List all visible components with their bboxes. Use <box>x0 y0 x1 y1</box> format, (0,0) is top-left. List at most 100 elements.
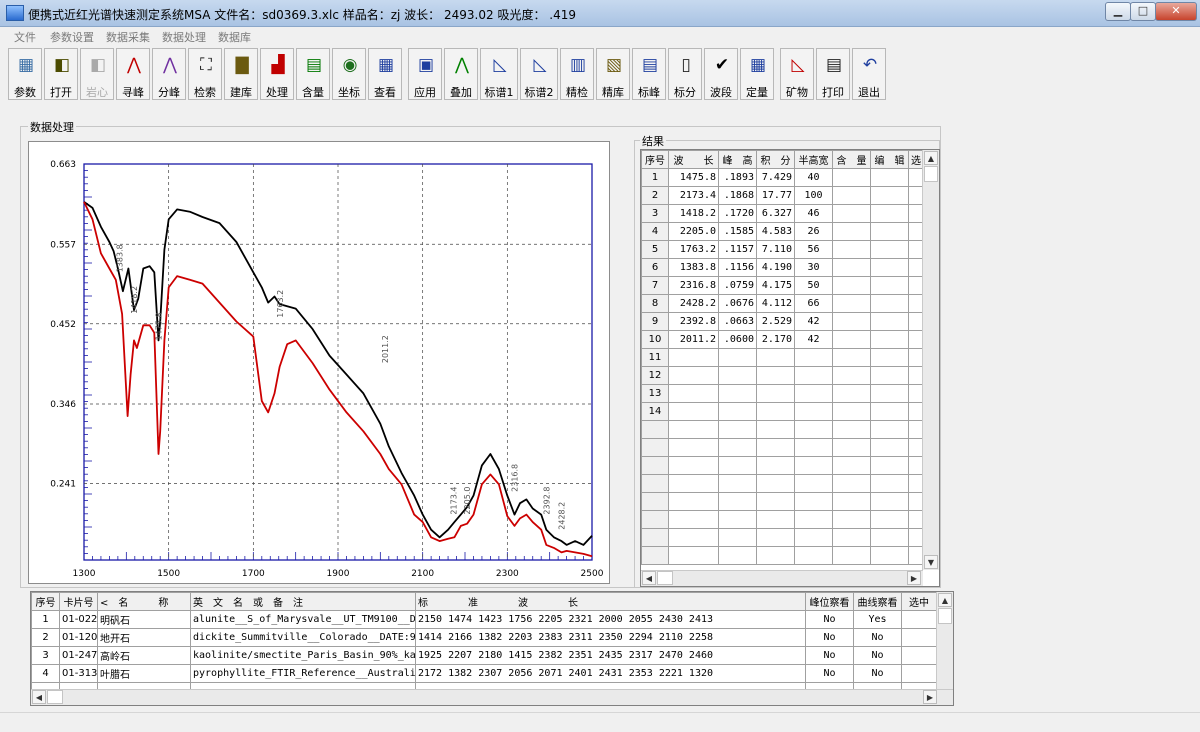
table-cell[interactable]: 56 <box>794 240 833 259</box>
table-cell[interactable]: 7.110 <box>756 240 795 259</box>
toolbar-button-21[interactable]: ◺ 矿物 <box>780 48 814 100</box>
table-cell[interactable]: 2011.2 <box>668 330 719 349</box>
table-cell[interactable] <box>756 492 795 511</box>
toolbar-button-20[interactable]: ▦ 定量 <box>740 48 774 100</box>
toolbar-button-16[interactable]: ▧ 精库 <box>596 48 630 100</box>
table-cell[interactable]: .0676 <box>718 294 757 313</box>
table-cell[interactable] <box>794 420 833 439</box>
table-cell[interactable] <box>832 546 871 565</box>
library-cell[interactable]: 01-022 <box>59 610 98 629</box>
table-cell[interactable] <box>794 438 833 457</box>
table-cell[interactable] <box>832 276 871 295</box>
row-number[interactable]: 9 <box>641 312 669 331</box>
table-cell[interactable]: .1157 <box>718 240 757 259</box>
library-cell[interactable]: alunite__S_of_Marysvale__UT_TM9100__DATE <box>190 610 416 629</box>
table-cell[interactable] <box>832 492 871 511</box>
row-number[interactable] <box>641 420 669 439</box>
table-row[interactable]: 10 2011.2.0600 2.170 42 <box>641 330 924 349</box>
table-cell[interactable] <box>794 510 833 529</box>
table-cell[interactable]: 1763.2 <box>668 240 719 259</box>
table-cell[interactable] <box>832 348 871 367</box>
menu-data-processing[interactable]: 数据处理 <box>162 29 206 45</box>
table-cell[interactable] <box>870 222 909 241</box>
row-number[interactable] <box>641 438 669 457</box>
table-cell[interactable]: .0663 <box>718 312 757 331</box>
results-column-header[interactable]: 积 分 <box>756 150 795 169</box>
results-column-header[interactable]: 含 量 <box>832 150 871 169</box>
table-cell[interactable] <box>718 528 757 547</box>
library-cell[interactable] <box>901 646 937 665</box>
row-number[interactable]: 14 <box>641 402 669 421</box>
row-number[interactable] <box>641 456 669 475</box>
toolbar-button-12[interactable]: ⋀ 叠加 <box>444 48 478 100</box>
toolbar-button-13[interactable]: ◺ 标谱1 <box>480 48 518 100</box>
results-vertical-scrollbar[interactable]: ▲ ▼ <box>922 150 939 570</box>
table-cell[interactable] <box>870 312 909 331</box>
table-cell[interactable]: 2.529 <box>756 312 795 331</box>
table-cell[interactable]: 17.77 <box>756 186 795 205</box>
library-row[interactable]: 4 01-313 叶腊石 pyrophyllite_FTIR_Reference__A… <box>31 664 937 683</box>
table-row[interactable]: 1 1475.8.1893 7.429 40 <box>641 168 924 187</box>
toolbar-button-3[interactable]: ⋀ 寻峰 <box>116 48 150 100</box>
table-cell[interactable]: 26 <box>794 222 833 241</box>
table-cell[interactable]: 6.327 <box>756 204 795 223</box>
table-cell[interactable] <box>870 528 909 547</box>
results-column-header[interactable]: 半高宽 <box>794 150 833 169</box>
table-row[interactable] <box>641 456 924 475</box>
table-cell[interactable] <box>756 366 795 385</box>
table-cell[interactable] <box>870 330 909 349</box>
table-cell[interactable]: 2428.2 <box>668 294 719 313</box>
table-cell[interactable] <box>832 420 871 439</box>
library-cell[interactable]: 1414 2166 1382 2203 2383 2311 2350 2294 … <box>415 628 806 647</box>
table-row[interactable] <box>641 420 924 439</box>
row-number[interactable]: 7 <box>641 276 669 295</box>
table-cell[interactable] <box>668 366 719 385</box>
table-cell[interactable] <box>756 546 795 565</box>
row-number[interactable] <box>641 474 669 493</box>
scroll-down-icon[interactable]: ▼ <box>924 555 938 569</box>
table-cell[interactable] <box>756 456 795 475</box>
table-cell[interactable]: 66 <box>794 294 833 313</box>
toolbar-button-2[interactable]: ◧ 岩心 <box>80 48 114 100</box>
table-cell[interactable] <box>832 204 871 223</box>
table-cell[interactable] <box>870 186 909 205</box>
row-number[interactable]: 12 <box>641 366 669 385</box>
table-cell[interactable] <box>718 402 757 421</box>
row-number[interactable] <box>641 492 669 511</box>
library-cell[interactable]: 01-247 <box>59 646 98 665</box>
table-cell[interactable] <box>718 510 757 529</box>
table-row[interactable]: 5 1763.2.1157 7.110 56 <box>641 240 924 259</box>
table-row[interactable] <box>641 510 924 529</box>
row-number[interactable]: 5 <box>641 240 669 259</box>
menu-parameters[interactable]: 参数设置 <box>50 29 94 45</box>
table-cell[interactable] <box>756 474 795 493</box>
table-cell[interactable] <box>870 438 909 457</box>
library-scroll-thumb[interactable] <box>938 608 952 624</box>
table-cell[interactable] <box>756 528 795 547</box>
toolbar-button-11[interactable]: ▣ 应用 <box>408 48 442 100</box>
table-cell[interactable] <box>794 402 833 421</box>
table-row[interactable] <box>641 438 924 457</box>
results-scroll-thumb[interactable] <box>924 166 938 182</box>
table-cell[interactable] <box>832 330 871 349</box>
library-column-header[interactable]: 序号 <box>31 592 60 611</box>
table-cell[interactable]: 2205.0 <box>668 222 719 241</box>
table-cell[interactable] <box>756 510 795 529</box>
table-cell[interactable] <box>870 492 909 511</box>
table-cell[interactable] <box>832 222 871 241</box>
library-cell[interactable]: No <box>853 646 902 665</box>
table-row[interactable]: 7 2316.8.0759 4.175 50 <box>641 276 924 295</box>
toolbar-button-19[interactable]: ✔ 波段 <box>704 48 738 100</box>
table-row[interactable]: 8 2428.2.0676 4.112 66 <box>641 294 924 313</box>
table-cell[interactable] <box>832 168 871 187</box>
table-cell[interactable]: .1585 <box>718 222 757 241</box>
table-cell[interactable] <box>832 240 871 259</box>
library-cell[interactable]: No <box>805 646 854 665</box>
table-cell[interactable] <box>870 474 909 493</box>
table-cell[interactable] <box>870 546 909 565</box>
table-cell[interactable]: 7.429 <box>756 168 795 187</box>
table-cell[interactable]: 1418.2 <box>668 204 719 223</box>
table-row[interactable]: 14 <box>641 402 924 421</box>
row-number[interactable]: 2 <box>641 186 669 205</box>
library-column-header[interactable]: 英 文 名 或 备 注 <box>190 592 416 611</box>
